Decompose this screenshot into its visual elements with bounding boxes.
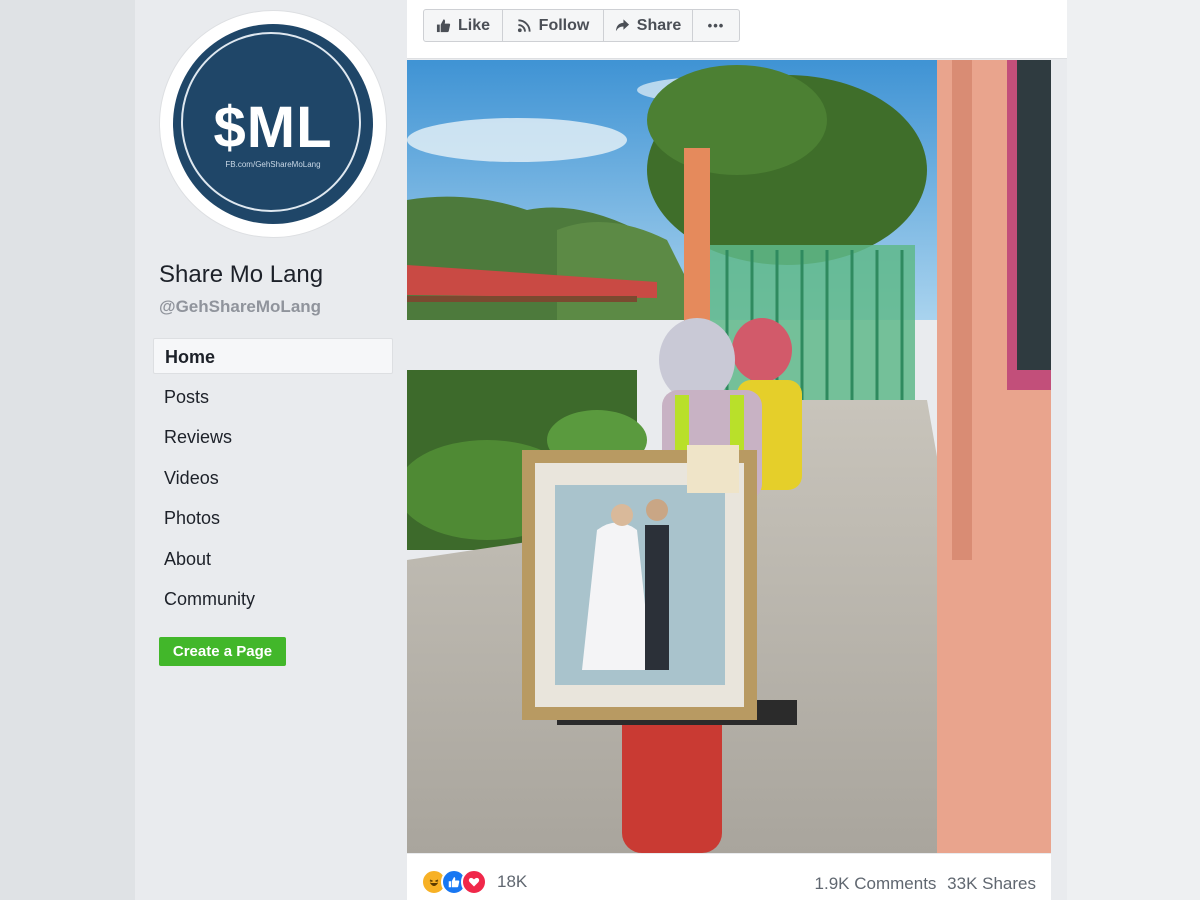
logo-disc: $ML FB.com/GehShareMoLang bbox=[173, 24, 373, 224]
share-page-button[interactable]: Share bbox=[603, 9, 693, 42]
reactions-summary[interactable]: 18K bbox=[421, 869, 527, 895]
page-sidebar: $ML FB.com/GehShareMoLang Share Mo Lang … bbox=[135, 0, 407, 900]
sidebar-item-about[interactable]: About bbox=[153, 541, 393, 577]
sidebar-item-community[interactable]: Community bbox=[153, 581, 393, 617]
sidebar-item-videos[interactable]: Videos bbox=[153, 460, 393, 496]
love-icon bbox=[461, 869, 487, 895]
logo-text: $ML bbox=[213, 95, 333, 160]
post-footer: 18K 1.9K Comments 33K Shares bbox=[407, 854, 1051, 900]
post-photo[interactable] bbox=[407, 60, 1051, 853]
reaction-count: 18K bbox=[497, 872, 528, 891]
share-arrow-icon bbox=[615, 19, 629, 32]
more-options-button[interactable]: ••• bbox=[692, 9, 740, 42]
thumbs-up-icon bbox=[436, 19, 451, 33]
page-profile-picture[interactable]: $ML FB.com/GehShareMoLang bbox=[159, 10, 387, 238]
page-nav: Home Posts Reviews Videos Photos About C… bbox=[153, 338, 393, 622]
action-buttons: Like Follow Share ••• bbox=[423, 9, 740, 42]
outer-right-background bbox=[1067, 0, 1200, 900]
sidebar-item-posts[interactable]: Posts bbox=[153, 379, 393, 415]
page-handle[interactable]: @GehShareMoLang bbox=[159, 297, 321, 317]
sidebar-item-reviews[interactable]: Reviews bbox=[153, 419, 393, 455]
share-label: Share bbox=[636, 16, 682, 34]
like-label: Like bbox=[457, 16, 490, 34]
like-page-button[interactable]: Like bbox=[423, 9, 503, 42]
rss-icon bbox=[517, 19, 531, 33]
sidebar-item-photos[interactable]: Photos bbox=[153, 500, 393, 536]
post-stats: 1.9K Comments 33K Shares bbox=[809, 874, 1036, 894]
create-page-button[interactable]: Create a Page bbox=[159, 637, 286, 666]
follow-label: Follow bbox=[538, 16, 590, 34]
outer-left-background bbox=[0, 0, 135, 900]
comments-count-link[interactable]: 1.9K Comments bbox=[815, 874, 937, 893]
shares-count-link[interactable]: 33K Shares bbox=[947, 874, 1036, 893]
follow-page-button[interactable]: Follow bbox=[502, 9, 604, 42]
ellipsis-icon: ••• bbox=[707, 18, 725, 33]
sidebar-item-home[interactable]: Home bbox=[153, 338, 393, 374]
page-action-bar: Like Follow Share ••• bbox=[407, 0, 1067, 59]
page-title[interactable]: Share Mo Lang bbox=[159, 261, 323, 289]
logo-subtext: FB.com/GehShareMoLang bbox=[225, 160, 321, 169]
post-photo-illustration bbox=[407, 60, 1051, 853]
